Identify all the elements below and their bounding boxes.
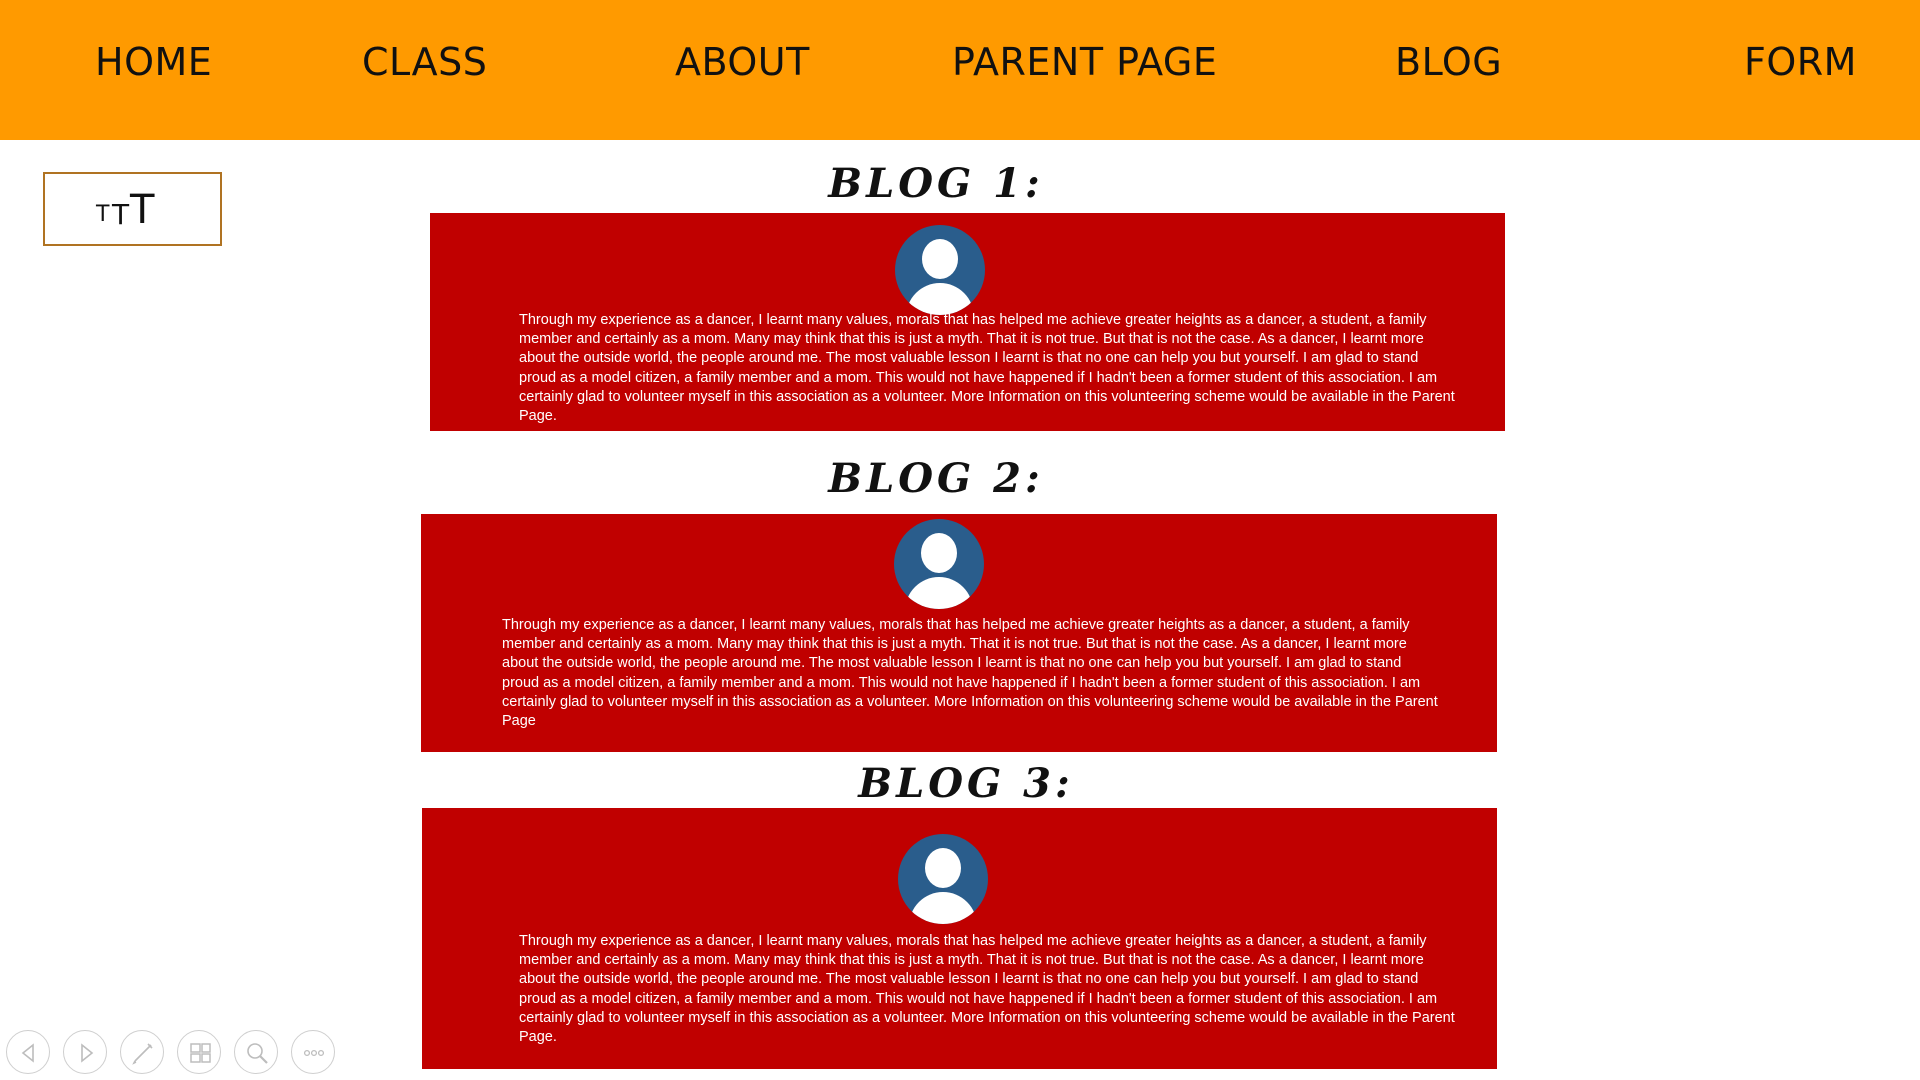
next-icon[interactable] [63, 1030, 107, 1074]
text-size-medium[interactable]: T [112, 198, 129, 231]
blog-2-card: Through my experience as a dancer, I lea… [421, 514, 1497, 752]
pen-icon[interactable] [120, 1030, 164, 1074]
text-size-control[interactable]: T T T [43, 172, 222, 246]
user-avatar-icon [895, 225, 985, 315]
nav-parent-page[interactable]: PARENT PAGE [952, 40, 1217, 84]
zoom-icon[interactable] [234, 1030, 278, 1074]
nav-home[interactable]: HOME [95, 40, 212, 84]
nav-about[interactable]: ABOUT [675, 40, 810, 84]
user-avatar-icon [894, 519, 984, 609]
blog-3-text: Through my experience as a dancer, I lea… [519, 933, 1455, 1046]
blog-2-heading: BLOG 2: [828, 455, 1044, 502]
top-nav-bar: HOME CLASS ABOUT PARENT PAGE BLOG FORM [0, 0, 1920, 140]
user-avatar-icon [898, 834, 988, 924]
previous-icon[interactable] [6, 1030, 50, 1074]
blog-1-text: Through my experience as a dancer, I lea… [519, 312, 1455, 425]
blog-3-heading: BLOG 3: [858, 760, 1074, 807]
blog-1-card: Through my experience as a dancer, I lea… [430, 213, 1505, 431]
blog-2-text: Through my experience as a dancer, I lea… [502, 617, 1438, 730]
blog-1-heading: BLOG 1: [828, 160, 1044, 207]
slides-icon[interactable] [177, 1030, 221, 1074]
nav-blog[interactable]: BLOG [1395, 40, 1502, 84]
nav-form[interactable]: FORM [1744, 40, 1857, 84]
text-size-large[interactable]: T [130, 187, 154, 233]
nav-class[interactable]: CLASS [362, 40, 487, 84]
more-icon[interactable] [291, 1030, 335, 1074]
blog-3-card: Through my experience as a dancer, I lea… [422, 808, 1497, 1069]
text-size-small[interactable]: T [96, 202, 109, 227]
